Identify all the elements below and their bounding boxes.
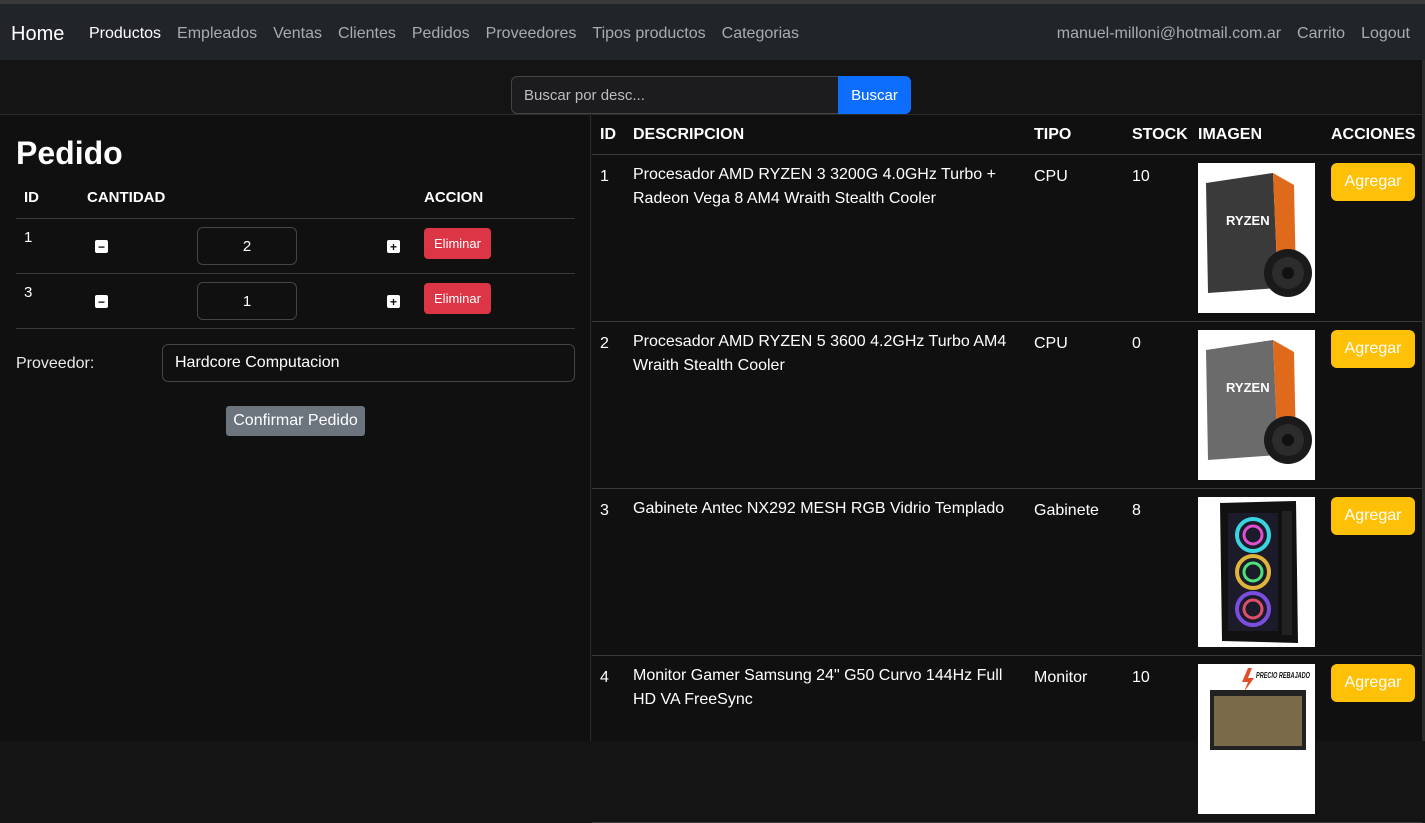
plus-icon: +	[389, 294, 397, 309]
ryzen-3-box-image: RYZEN 3	[1198, 163, 1315, 313]
nav-link-proveedores[interactable]: Proveedores	[486, 25, 577, 43]
increase-qty-button[interactable]: +	[387, 240, 400, 253]
pc-case-image	[1198, 497, 1315, 647]
confirm-order-button[interactable]: Confirmar Pedido	[226, 406, 365, 436]
order-row: 3 − + Eliminar	[16, 274, 575, 329]
search-button[interactable]: Buscar	[838, 76, 911, 114]
product-row: 1 Procesador AMD RYZEN 3 3200G 4.0GHz Tu…	[592, 155, 1422, 322]
add-button[interactable]: Agregar	[1331, 497, 1415, 535]
monitor-image: PRECIO REBAJADO	[1198, 664, 1315, 814]
nav-links: Productos Empleados Ventas Clientes Pedi…	[89, 25, 815, 43]
product-description: Monitor Gamer Samsung 24" G50 Curvo 144H…	[633, 667, 1003, 708]
product-id: 1	[600, 168, 609, 185]
minus-icon: −	[97, 294, 105, 309]
nav-link-productos[interactable]: Productos	[89, 25, 161, 43]
nav-link-ventas[interactable]: Ventas	[273, 25, 322, 43]
nav-user-area: manuel-milloni@hotmail.com.ar Carrito Lo…	[1041, 25, 1410, 43]
order-col-cantidad: CANTIDAD	[87, 189, 166, 206]
delete-button[interactable]: Eliminar	[424, 283, 491, 314]
ryzen-brand-text: RYZEN	[1226, 213, 1270, 228]
add-button[interactable]: Agregar	[1331, 330, 1415, 368]
brand-home-link[interactable]: Home	[11, 23, 64, 46]
nav-link-pedidos[interactable]: Pedidos	[412, 25, 470, 43]
product-type: CPU	[1034, 168, 1068, 185]
products-table-header: ID DESCRIPCION TIPO STOCK IMAGEN ACCIONE…	[592, 115, 1422, 155]
product-stock: 0	[1132, 335, 1141, 352]
product-description: Procesador AMD RYZEN 3 3200G 4.0GHz Turb…	[633, 166, 996, 207]
promo-label: PRECIO REBAJADO	[1256, 671, 1311, 680]
order-row-id: 1	[24, 229, 33, 246]
product-row: 2 Procesador AMD RYZEN 5 3600 4.2GHz Tur…	[592, 322, 1422, 489]
product-stock: 8	[1132, 502, 1141, 519]
product-type: Monitor	[1034, 669, 1088, 686]
plus-icon: +	[389, 239, 397, 254]
nav-link-tipos-productos[interactable]: Tipos productos	[592, 25, 705, 43]
decrease-qty-button[interactable]: −	[95, 295, 108, 308]
products-panel: ID DESCRIPCION TIPO STOCK IMAGEN ACCIONE…	[592, 114, 1425, 823]
supplier-label: Proveedor:	[16, 355, 95, 372]
decrease-qty-button[interactable]: −	[95, 240, 108, 253]
delete-button[interactable]: Eliminar	[424, 228, 491, 259]
product-type: CPU	[1034, 335, 1068, 352]
order-panel: Pedido ID CANTIDAD ACCION 1 − + Eliminar…	[0, 114, 591, 741]
product-description: Procesador AMD RYZEN 5 3600 4.2GHz Turbo…	[633, 333, 1007, 374]
order-row-id: 3	[24, 284, 33, 301]
product-image: PRECIO REBAJADO	[1198, 664, 1315, 814]
product-id: 4	[600, 669, 609, 686]
order-table-header: ID CANTIDAD ACCION	[16, 189, 575, 219]
increase-qty-button[interactable]: +	[387, 295, 400, 308]
product-row: 3 Gabinete Antec NX292 MESH RGB Vidrio T…	[592, 489, 1422, 656]
product-id: 3	[600, 502, 609, 519]
product-stock: 10	[1132, 669, 1150, 686]
products-col-id: ID	[600, 126, 616, 143]
ryzen-5-box-image: RYZEN 5	[1198, 330, 1315, 480]
search-form: Buscar	[511, 76, 911, 114]
ryzen-brand-text: RYZEN	[1226, 380, 1270, 395]
products-col-stock: STOCK	[1132, 126, 1188, 143]
nav-link-empleados[interactable]: Empleados	[177, 25, 257, 43]
search-input[interactable]	[511, 76, 838, 114]
quantity-input[interactable]	[197, 282, 297, 320]
order-col-accion: ACCION	[424, 189, 484, 206]
products-col-acciones: ACCIONES	[1331, 126, 1416, 143]
order-row: 1 − + Eliminar	[16, 219, 575, 274]
product-type: Gabinete	[1034, 502, 1099, 519]
product-id: 2	[600, 335, 609, 352]
quantity-input[interactable]	[197, 227, 297, 265]
products-col-imagen: IMAGEN	[1198, 126, 1262, 143]
add-button[interactable]: Agregar	[1331, 163, 1415, 201]
user-email-link[interactable]: manuel-milloni@hotmail.com.ar	[1057, 25, 1281, 43]
order-col-id: ID	[24, 189, 39, 206]
product-image: RYZEN 3	[1198, 163, 1315, 313]
nav-link-carrito[interactable]: Carrito	[1297, 25, 1345, 43]
nav-link-logout[interactable]: Logout	[1361, 25, 1410, 43]
product-description: Gabinete Antec NX292 MESH RGB Vidrio Tem…	[633, 500, 1005, 517]
supplier-field[interactable]	[162, 344, 575, 382]
navbar: Home Productos Empleados Ventas Clientes…	[0, 0, 1425, 60]
nav-link-clientes[interactable]: Clientes	[338, 25, 396, 43]
products-col-descripcion: DESCRIPCION	[633, 126, 745, 143]
add-button[interactable]: Agregar	[1331, 664, 1415, 702]
products-col-tipo: TIPO	[1034, 126, 1072, 143]
product-image: RYZEN 5	[1198, 330, 1315, 480]
product-image	[1198, 497, 1315, 647]
order-title: Pedido	[16, 135, 123, 171]
minus-icon: −	[97, 239, 105, 254]
nav-link-categorias[interactable]: Categorias	[722, 25, 799, 43]
product-row: 4 Monitor Gamer Samsung 24" G50 Curvo 14…	[592, 656, 1422, 823]
product-stock: 10	[1132, 168, 1150, 185]
